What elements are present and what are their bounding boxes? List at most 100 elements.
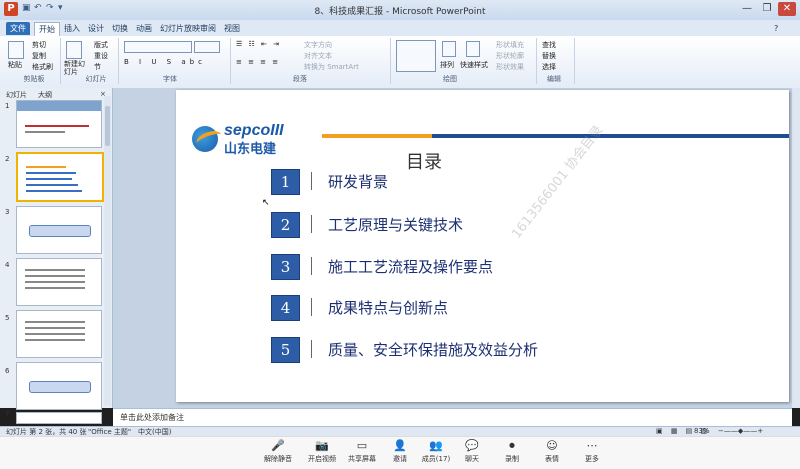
share-screen-label: 共享屏幕 [348,455,376,463]
font-format-buttons[interactable]: B I U S abc [124,58,206,66]
members-button[interactable]: 👥 成员(17) [416,438,456,466]
header-accent-blue [432,134,789,138]
notes-pane[interactable] [113,408,792,427]
editing-group-label: 编辑 [547,75,561,83]
title-bar: P ▣ ↶ ↷ ▾ 8、科技成果汇报 - Microsoft PowerPoin… [0,0,800,21]
restore-button[interactable]: ❐ [758,2,776,16]
font-group-label: 字体 [163,75,177,83]
tab-design[interactable]: 设计 [84,22,108,35]
thumb-number: 5 [5,314,10,322]
toc-label: 研发背景 [328,173,389,191]
chat-icon: 💬 [465,439,479,452]
reactions-button[interactable]: ☺ 表情 [532,438,572,466]
more-icon: ⋯ [586,439,598,452]
thumb-number: 2 [5,155,10,163]
unmute-button[interactable]: 🎤 解除静音 [258,438,298,466]
tab-animations[interactable]: 动画 [132,22,156,35]
zoom-slider[interactable]: −——◆——+ [718,427,763,435]
slide-thumb-3[interactable] [16,206,102,254]
paste-button[interactable]: 粘贴 [8,60,22,70]
replace-button[interactable]: 替换 [542,51,556,61]
thumbnail-scroll-thumb[interactable] [105,106,110,146]
toc-label: 成果特点与创新点 [328,299,449,317]
arrange-icon[interactable] [442,41,456,57]
help-icon[interactable]: ? [770,22,782,35]
thumb-number: 6 [5,367,10,375]
font-size-select[interactable] [194,41,220,53]
shape-effects-button[interactable]: 形状效果 [496,62,524,72]
format-painter-button[interactable]: 格式刷 [32,62,53,72]
align-text-button[interactable]: 对齐文本 [304,51,332,61]
start-video-label: 开启视频 [308,455,336,463]
slide-thumb-1[interactable] [16,100,102,148]
alignment-buttons[interactable]: ≡ ≡ ≡ ≡ [236,58,280,66]
slide-thumb-5[interactable] [16,310,102,358]
video-icon: 📷 [315,439,329,452]
shapes-gallery[interactable] [396,40,436,72]
toc-label: 质量、安全环保措施及效益分析 [328,341,539,359]
notes-placeholder[interactable]: 单击此处添加备注 [120,412,184,423]
thumb-number: 7 [5,410,10,418]
more-label: 更多 [585,455,599,463]
tab-insert[interactable]: 插入 [60,22,84,35]
record-icon: ⏺ [509,439,515,452]
editor-scrollbar[interactable] [792,88,800,408]
zoom-level[interactable]: 83% [694,427,710,435]
text-direction-button[interactable]: 文字方向 [304,40,332,50]
toc-number: 5 [271,337,300,363]
slide-thumb-7[interactable] [16,412,102,424]
slide-title[interactable]: 目录 [406,148,442,174]
toc-number: 2 [271,212,300,238]
start-video-button[interactable]: 📷 开启视频 [302,438,342,466]
shape-fill-button[interactable]: 形状填充 [496,40,524,50]
record-button[interactable]: ⏺ 录制 [492,438,532,466]
smartart-button[interactable]: 转换为 SmartArt [304,62,359,72]
toc-number: 4 [271,295,300,321]
invite-button[interactable]: 👤 邀请 [380,438,420,466]
thumb-number: 3 [5,208,10,216]
layout-button[interactable]: 版式 [94,40,108,50]
font-name-select[interactable] [124,41,192,53]
tab-review[interactable]: 审阅 [196,22,220,35]
new-slide-icon[interactable] [66,41,82,59]
slides-group-label: 幻灯片 [85,75,107,83]
quick-styles-button[interactable]: 快速样式 [460,60,488,70]
emoji-icon: ☺ [546,439,558,452]
tab-transitions[interactable]: 切换 [108,22,132,35]
slide-thumb-2[interactable] [16,152,104,202]
arrange-button[interactable]: 排列 [440,60,454,70]
window-title: 8、科技成果汇报 - Microsoft PowerPoint [314,7,486,17]
toc-number: 1 [271,169,300,195]
chat-button[interactable]: 💬 聊天 [452,438,492,466]
slide-thumb-4[interactable] [16,258,102,306]
slide-thumb-6[interactable] [16,362,102,410]
find-button[interactable]: 查找 [542,40,556,50]
close-button[interactable]: ✕ [778,2,796,16]
logo-text-cn: 山东电建 [224,142,277,157]
tab-home[interactable]: 开始 [34,22,60,36]
toc-label: 施工工艺流程及操作要点 [328,258,494,276]
section-button[interactable]: 节 [94,62,101,72]
copy-button[interactable]: 复制 [32,51,46,61]
thumb-number: 1 [5,102,10,110]
reset-button[interactable]: 重设 [94,51,108,61]
shape-outline-button[interactable]: 形状轮廓 [496,51,524,61]
more-button[interactable]: ⋯ 更多 [572,438,612,466]
mic-mute-icon: 🎤 [271,439,285,452]
ribbon: 粘贴 剪切 复制 格式刷 剪贴板 新建幻灯片 版式 重设 节 幻灯片 B I U… [0,36,800,89]
members-icon: 👥 [429,439,443,452]
quick-styles-icon[interactable] [466,41,480,57]
select-button[interactable]: 选择 [542,62,556,72]
list-buttons[interactable]: ☰ ☷ ⇤ ⇥ [236,40,281,48]
cut-button[interactable]: 剪切 [32,40,46,50]
tab-view[interactable]: 视图 [220,22,244,35]
minimize-button[interactable]: — [738,2,756,16]
tab-slides-panel[interactable]: 幻灯片 [6,90,27,100]
paragraph-group-label: 段落 [293,75,307,83]
header-accent-orange [322,134,432,138]
share-screen-button[interactable]: ▭ 共享屏幕 [342,438,382,466]
tab-outline-panel[interactable]: 大纲 [38,90,52,100]
tab-file[interactable]: 文件 [6,22,30,35]
paste-icon[interactable] [8,41,24,59]
current-slide[interactable]: sepcoIII 山东电建 目录 1613566001 协会目录 1 研发背景 … [176,90,789,402]
